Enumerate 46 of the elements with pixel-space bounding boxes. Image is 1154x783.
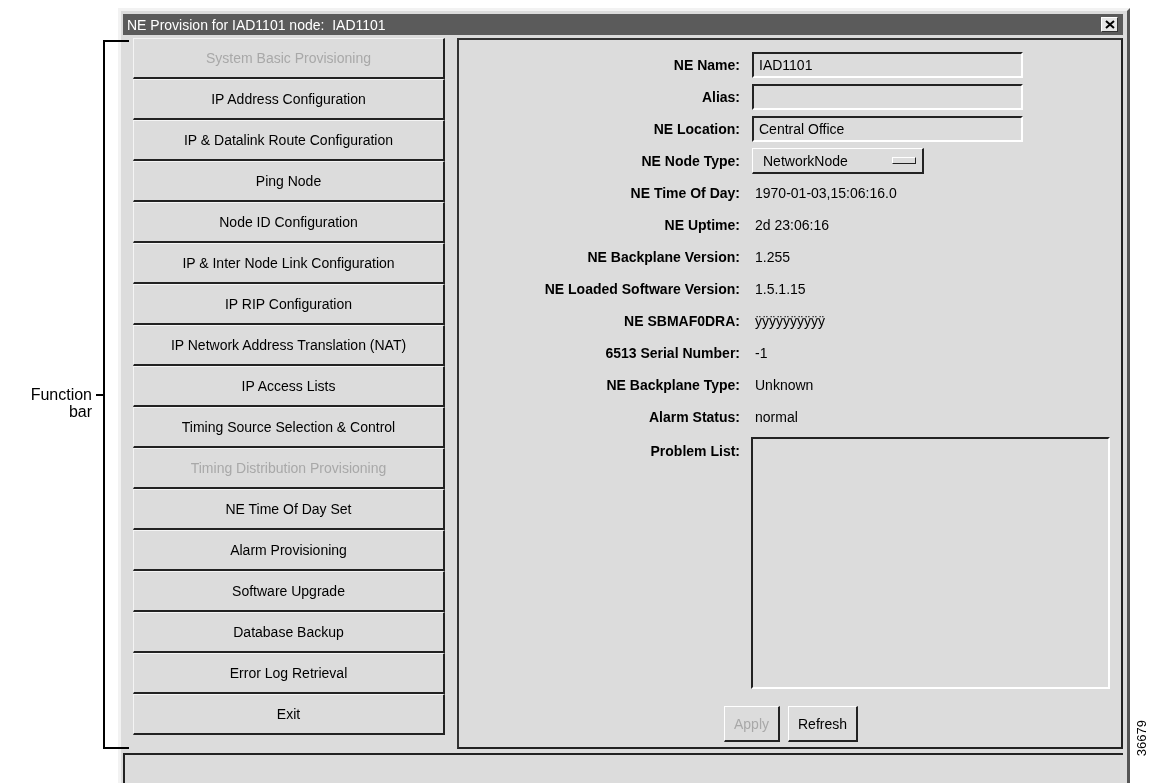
function-button[interactable]: Database Backup [133, 612, 445, 653]
field-label: NE Location: [652, 121, 740, 137]
function-button[interactable]: Ping Node [133, 161, 445, 202]
function-button[interactable]: IP Address Configuration [133, 79, 445, 120]
close-icon [1104, 20, 1115, 29]
field-label: Alarm Status: [647, 409, 740, 425]
field-value: 1.255 [755, 249, 791, 265]
field-value: 1.5.1.15 [755, 281, 806, 297]
field-label: NE Backplane Version: [586, 249, 740, 265]
field-label: NE Backplane Type: [605, 377, 740, 393]
function-button[interactable]: Exit [133, 694, 445, 735]
node-type-dropdown[interactable]: NetworkNode [752, 148, 924, 174]
action-button[interactable]: Refresh [788, 706, 859, 742]
field-label: Problem List: [649, 443, 740, 459]
field-value: ÿÿÿÿÿÿÿÿÿÿ [755, 313, 825, 329]
figure-number: 36679 [1134, 720, 1149, 757]
input-field[interactable] [752, 84, 1023, 110]
function-button[interactable]: IP & Inter Node Link Configuration [133, 243, 445, 284]
field-value: 1970-01-03,15:06:16.0 [755, 185, 897, 201]
field-label: NE Node Type: [640, 153, 740, 169]
field-label: NE Loaded Software Version: [543, 281, 740, 297]
input-field[interactable]: Central Office [752, 116, 1023, 142]
field-label: Alias: [700, 89, 740, 105]
field-label: NE SBMAF0DRA: [623, 313, 740, 329]
function-button[interactable]: Node ID Configuration [133, 202, 445, 243]
field-label: NE Uptime: [663, 217, 740, 233]
function-button[interactable]: NE Time Of Day Set [133, 489, 445, 530]
window-title: NE Provision for IAD1101 node: IAD1101 [127, 16, 386, 33]
function-button[interactable]: IP Network Address Translation (NAT) [133, 325, 445, 366]
function-button[interactable]: IP RIP Configuration [133, 284, 445, 325]
field-value: -1 [755, 345, 768, 361]
input-field[interactable]: IAD1101 [752, 52, 1023, 78]
function-button[interactable]: IP Access Lists [133, 366, 445, 407]
function-button[interactable]: Error Log Retrieval [133, 653, 445, 694]
function-button[interactable]: IP & Datalink Route Configuration [133, 120, 445, 161]
field-value: Unknown [755, 377, 814, 393]
field-value: 2d 23:06:16 [755, 217, 829, 233]
function-button[interactable]: Software Upgrade [133, 571, 445, 612]
field-label: 6513 Serial Number: [604, 345, 740, 361]
callout-label: Function bar [29, 386, 92, 420]
function-button[interactable]: Timing Source Selection & Control [133, 407, 445, 448]
field-value: normal [755, 409, 798, 425]
field-label: NE Name: [672, 57, 740, 73]
function-button[interactable]: Alarm Provisioning [133, 530, 445, 571]
field-label: NE Time Of Day: [629, 185, 740, 201]
close-button[interactable] [1101, 17, 1118, 32]
